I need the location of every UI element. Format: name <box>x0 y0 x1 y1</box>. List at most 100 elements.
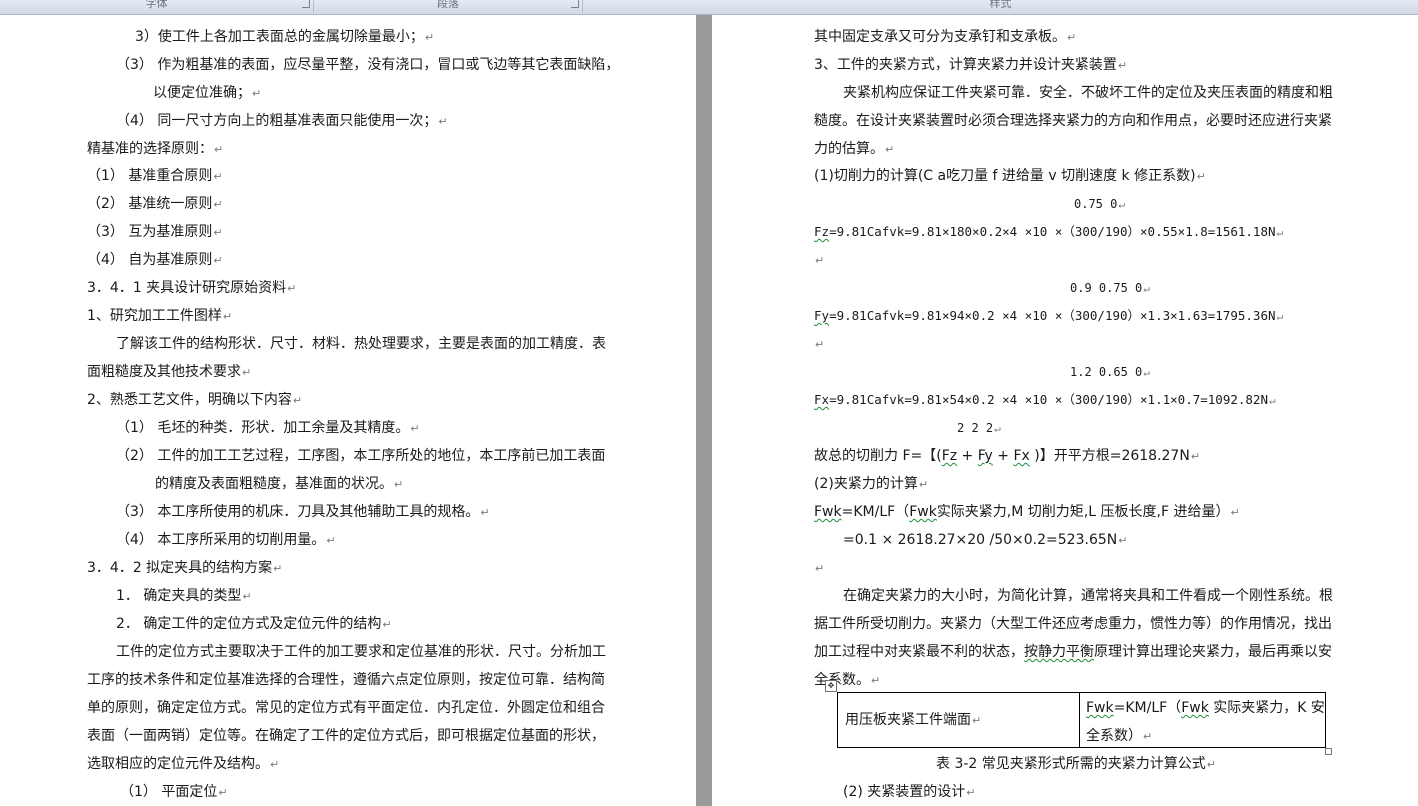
paragraph-mark-icon: ↵ <box>994 422 1001 435</box>
paragraph-mark-icon: ↵ <box>438 115 448 128</box>
text-line[interactable]: （1） 基准重合原则↵ <box>87 168 223 184</box>
paragraph-mark-icon: ↵ <box>815 562 825 575</box>
formula-fx[interactable]: Fx=9.81Cafvk=9.81×54×0.2 ×4 ×10 ×（300/19… <box>814 392 1276 408</box>
text-line[interactable]: 单的原则，确定定位方式。常见的定位方式有平面定位．内孔定位．外圆定位和组合 <box>87 700 605 716</box>
paragraph-mark-icon: ↵ <box>218 786 228 799</box>
paragraph-mark-icon: ↵ <box>1067 31 1077 44</box>
ribbon-group-font[interactable]: 字体 <box>0 0 314 13</box>
paragraph-mark-icon: ↵ <box>242 366 252 379</box>
text-line[interactable]: 1、研究加工工件图样↵ <box>87 308 232 324</box>
text-line[interactable]: （2） 基准统一原则↵ <box>87 196 223 212</box>
text-line[interactable]: 以便定位准确；↵ <box>153 85 261 101</box>
table-caption[interactable]: 表 3-2 常见夹紧形式所需的夹紧力计算公式↵ <box>936 756 1216 772</box>
paragraph-dialog-launcher-icon[interactable] <box>571 0 579 8</box>
text-line[interactable]: 的精度及表面粗糙度，基准面的状况。↵ <box>155 476 403 492</box>
exponent-line[interactable]: 0.9 0.75 0↵ <box>1070 280 1150 296</box>
paragraph-mark-icon: ↵ <box>213 226 223 239</box>
document-page-right[interactable]: 其中固定支承又可分为支承钉和支承板。↵ 3、工件的夹紧方式，计算夹紧力并设计夹紧… <box>712 15 1418 806</box>
paragraph-mark-icon: ↵ <box>1117 59 1128 72</box>
text-line[interactable]: 1． 确定夹具的类型↵ <box>116 588 252 604</box>
paragraph-mark-icon: ↵ <box>1276 226 1284 239</box>
text-line[interactable]: 力的估算。↵ <box>814 141 894 157</box>
text-line[interactable]: （3） 本工序所使用的机床．刀具及其他辅助工具的规格。↵ <box>116 504 490 520</box>
paragraph-mark-icon: ↵ <box>326 534 336 547</box>
paragraph-mark-icon: ↵ <box>1143 730 1153 743</box>
empty-line[interactable]: ↵ <box>814 336 824 352</box>
formula-fz[interactable]: Fz=9.81Cafvk=9.81×180×0.2×4 ×10 ×（300/19… <box>814 224 1283 240</box>
paragraph-mark-icon: ↵ <box>1118 534 1128 547</box>
empty-line[interactable]: ↵ <box>814 560 824 576</box>
total-force-line[interactable]: 故总的切削力 F=【(Fz + Fy + Fx )】开平方根=2618.27N↵ <box>814 448 1200 464</box>
text-line[interactable]: （1） 平面定位↵ <box>120 784 228 800</box>
text-line[interactable]: 在确定夹紧力的大小时，为简化计算，通常将夹具和工件看成一个刚性系统。根 <box>843 588 1333 604</box>
paragraph-mark-icon: ↵ <box>410 422 420 435</box>
table-cell[interactable]: Fwk=KM/LF（Fwk 实际夹紧力，K 安 全系数）↵ <box>1080 693 1325 747</box>
text-line[interactable]: 加工过程中对夹紧最不利的状态，按静力平衡原理计算出理论夹紧力，最后再乘以安 <box>814 644 1332 660</box>
text-line[interactable]: 3）使工件上各加工表面总的金属切除量最小；↵ <box>135 29 434 45</box>
document-page-left[interactable]: 3）使工件上各加工表面总的金属切除量最小；↵ （3） 作为粗基准的表面，应尽量平… <box>0 15 696 806</box>
text-line[interactable]: 糙度。在设计夹紧装置时必须合理选择夹紧力的方向和作用点，必要时还应进行夹紧 <box>814 113 1332 129</box>
paragraph-mark-icon: ↵ <box>1118 198 1125 211</box>
paragraph-mark-icon: ↵ <box>213 198 223 211</box>
text-line[interactable]: 3、工件的夹紧方式，计算夹紧力并设计夹紧装置↵ <box>814 57 1127 73</box>
paragraph-mark-icon: ↵ <box>1268 394 1276 407</box>
exponent-line[interactable]: 1.2 0.65 0↵ <box>1070 364 1150 380</box>
text-line[interactable]: (2) 夹紧装置的设计↵ <box>843 784 976 800</box>
page-gap <box>696 15 712 806</box>
heading[interactable]: 3．4．2 拟定夹具的结构方案↵ <box>87 560 282 576</box>
text-line[interactable]: （3） 互为基准原则↵ <box>87 224 223 240</box>
formula-fwk[interactable]: Fwk=KM/LF（Fwk实际夹紧力,M 切削力矩,L 压板长度,F 进给量）↵ <box>814 504 1240 520</box>
text-line[interactable]: （4） 同一尺寸方向上的粗基准表面只能使用一次；↵ <box>116 113 448 129</box>
paragraph-mark-icon: ↵ <box>394 478 404 491</box>
heading[interactable]: 3．4．1 夹具设计研究原始资料↵ <box>87 280 296 296</box>
font-dialog-launcher-icon[interactable] <box>302 0 310 8</box>
paragraph-mark-icon: ↵ <box>292 394 303 407</box>
text-line[interactable]: 2． 确定工件的定位方式及定位元件的结构↵ <box>116 616 392 632</box>
formula-fy[interactable]: Fy=9.81Cafvk=9.81×94×0.2 ×4 ×10 ×（300/19… <box>814 308 1283 324</box>
paragraph-mark-icon: ↵ <box>222 310 233 323</box>
paragraph-mark-icon: ↵ <box>382 618 392 631</box>
ribbon-group-font-label: 字体 <box>145 0 168 10</box>
text-line[interactable]: 2、熟悉工艺文件，明确以下内容↵ <box>87 392 302 408</box>
text-line[interactable]: 选取相应的定位元件及结构。↵ <box>87 756 279 772</box>
ribbon-group-styles[interactable]: 样式 <box>583 0 1418 13</box>
paragraph-mark-icon: ↵ <box>213 254 223 267</box>
text-line[interactable]: 工序的技术条件和定位基准选择的合理性，遵循六点定位原则，按定位可靠．结构简 <box>87 672 605 688</box>
text-line[interactable]: 工件的定位方式主要取决于工件的加工要求和定位基准的形状．尺寸。分析加工 <box>116 644 606 660</box>
paragraph-mark-icon: ↵ <box>885 143 895 156</box>
text-line[interactable]: 了解该工件的结构形状．尺寸．材料．热处理要求，主要是表面的加工精度．表 <box>116 336 606 352</box>
ribbon-group-styles-label: 样式 <box>989 0 1012 10</box>
text-line[interactable]: （4） 自为基准原则↵ <box>87 252 223 268</box>
paragraph-mark-icon: ↵ <box>1190 450 1201 463</box>
paragraph-mark-icon: ↵ <box>871 674 881 687</box>
text-line[interactable]: 表面（一面两销）定位等。在确定了工件的定位方式后，即可根据定位基面的形状， <box>87 728 605 744</box>
text-line[interactable]: (1)切削力的计算(C a吃刀量 f 进给量 v 切削速度 k 修正系数)↵ <box>814 168 1206 184</box>
formula-fwk-value[interactable]: =0.1 × 2618.27×20 /50×0.2=523.65N↵ <box>843 532 1127 548</box>
paragraph-mark-icon: ↵ <box>287 282 297 295</box>
paragraph-mark-icon: ↵ <box>966 786 976 799</box>
empty-line[interactable]: ↵ <box>814 252 824 268</box>
paragraph-mark-icon: ↵ <box>424 31 435 44</box>
text-line[interactable]: （2） 工件的加工工艺过程，工序图，本工序所处的地位，本工序前已加工表面 <box>116 448 605 464</box>
table-resize-handle-icon[interactable] <box>1325 748 1332 755</box>
text-line[interactable]: 其中固定支承又可分为支承钉和支承板。↵ <box>814 29 1076 45</box>
table-cell[interactable]: 用压板夹紧工件端面↵ <box>838 693 1080 747</box>
table-move-handle-icon[interactable]: ✥ <box>825 680 837 692</box>
exponent-line[interactable]: 2 2 2↵ <box>957 420 1001 436</box>
formula-table[interactable]: 用压板夹紧工件端面↵ Fwk=KM/LF（Fwk 实际夹紧力，K 安 全系数）↵ <box>837 692 1326 748</box>
text-line[interactable]: （3） 作为粗基准的表面，应尽量平整，没有浇口，冒口或飞边等其它表面缺陷， <box>116 57 619 73</box>
text-line[interactable]: （4） 本工序所采用的切削用量。↵ <box>116 532 336 548</box>
text-line[interactable]: 面粗糙度及其他技术要求↵ <box>87 364 251 380</box>
text-line[interactable]: （1） 毛坯的种类．形状．加工余量及其精度。↵ <box>116 420 420 436</box>
paragraph-mark-icon: ↵ <box>1276 310 1284 323</box>
exponent-line[interactable]: 0.75 0↵ <box>1074 196 1125 212</box>
text-line[interactable]: 全系数。↵ <box>814 672 880 688</box>
paragraph-mark-icon: ↵ <box>918 478 929 491</box>
text-line[interactable]: 据工件所受切削力。夹紧力（大型工件还应考虑重力，惯性力等）的作用情况，找出 <box>814 616 1332 632</box>
text-line[interactable]: 夹紧机构应保证工件夹紧可靠．安全．不破坏工件的定位及夹压表面的精度和粗 <box>843 85 1333 101</box>
ribbon-group-paragraph[interactable]: 段落 <box>314 0 583 13</box>
text-line[interactable]: (2)夹紧力的计算↵ <box>814 476 928 492</box>
paragraph-mark-icon: ↵ <box>1143 282 1150 295</box>
text-line[interactable]: 精基准的选择原则：↵ <box>87 141 223 157</box>
paragraph-mark-icon: ↵ <box>214 143 224 156</box>
